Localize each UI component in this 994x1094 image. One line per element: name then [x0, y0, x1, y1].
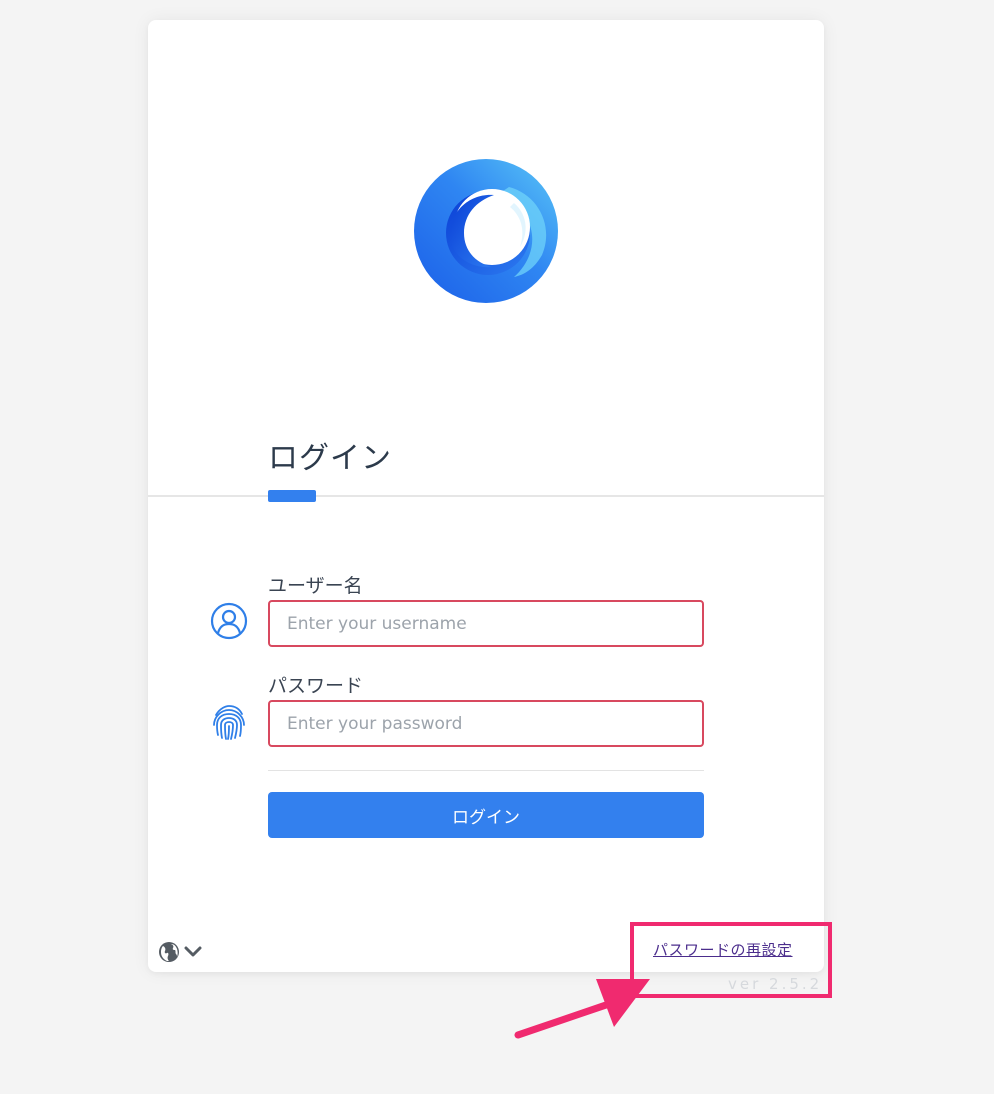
app-logo: [414, 159, 558, 303]
username-input[interactable]: [268, 600, 704, 647]
version-text: ver 2.5.2: [728, 975, 823, 993]
user-circle-icon: [210, 602, 248, 640]
reset-password-link[interactable]: パスワードの再設定: [653, 939, 793, 960]
page-title: ログイン: [268, 441, 392, 476]
chevron-down-icon: [184, 946, 202, 957]
form-divider: [268, 770, 704, 771]
title-underline: [268, 490, 316, 502]
header-divider: [148, 495, 824, 497]
fingerprint-icon: [213, 705, 245, 740]
login-card: ログイン ユーザー名 パスワード ログイン パスワードの再設定 ver: [148, 20, 824, 993]
annotation-arrow: [514, 979, 650, 1039]
language-switcher[interactable]: [158, 940, 202, 964]
username-label: ユーザー名: [268, 575, 363, 597]
login-button[interactable]: ログイン: [268, 792, 704, 838]
password-input[interactable]: [268, 700, 704, 747]
password-label: パスワード: [268, 675, 364, 697]
globe-icon: [159, 942, 179, 962]
